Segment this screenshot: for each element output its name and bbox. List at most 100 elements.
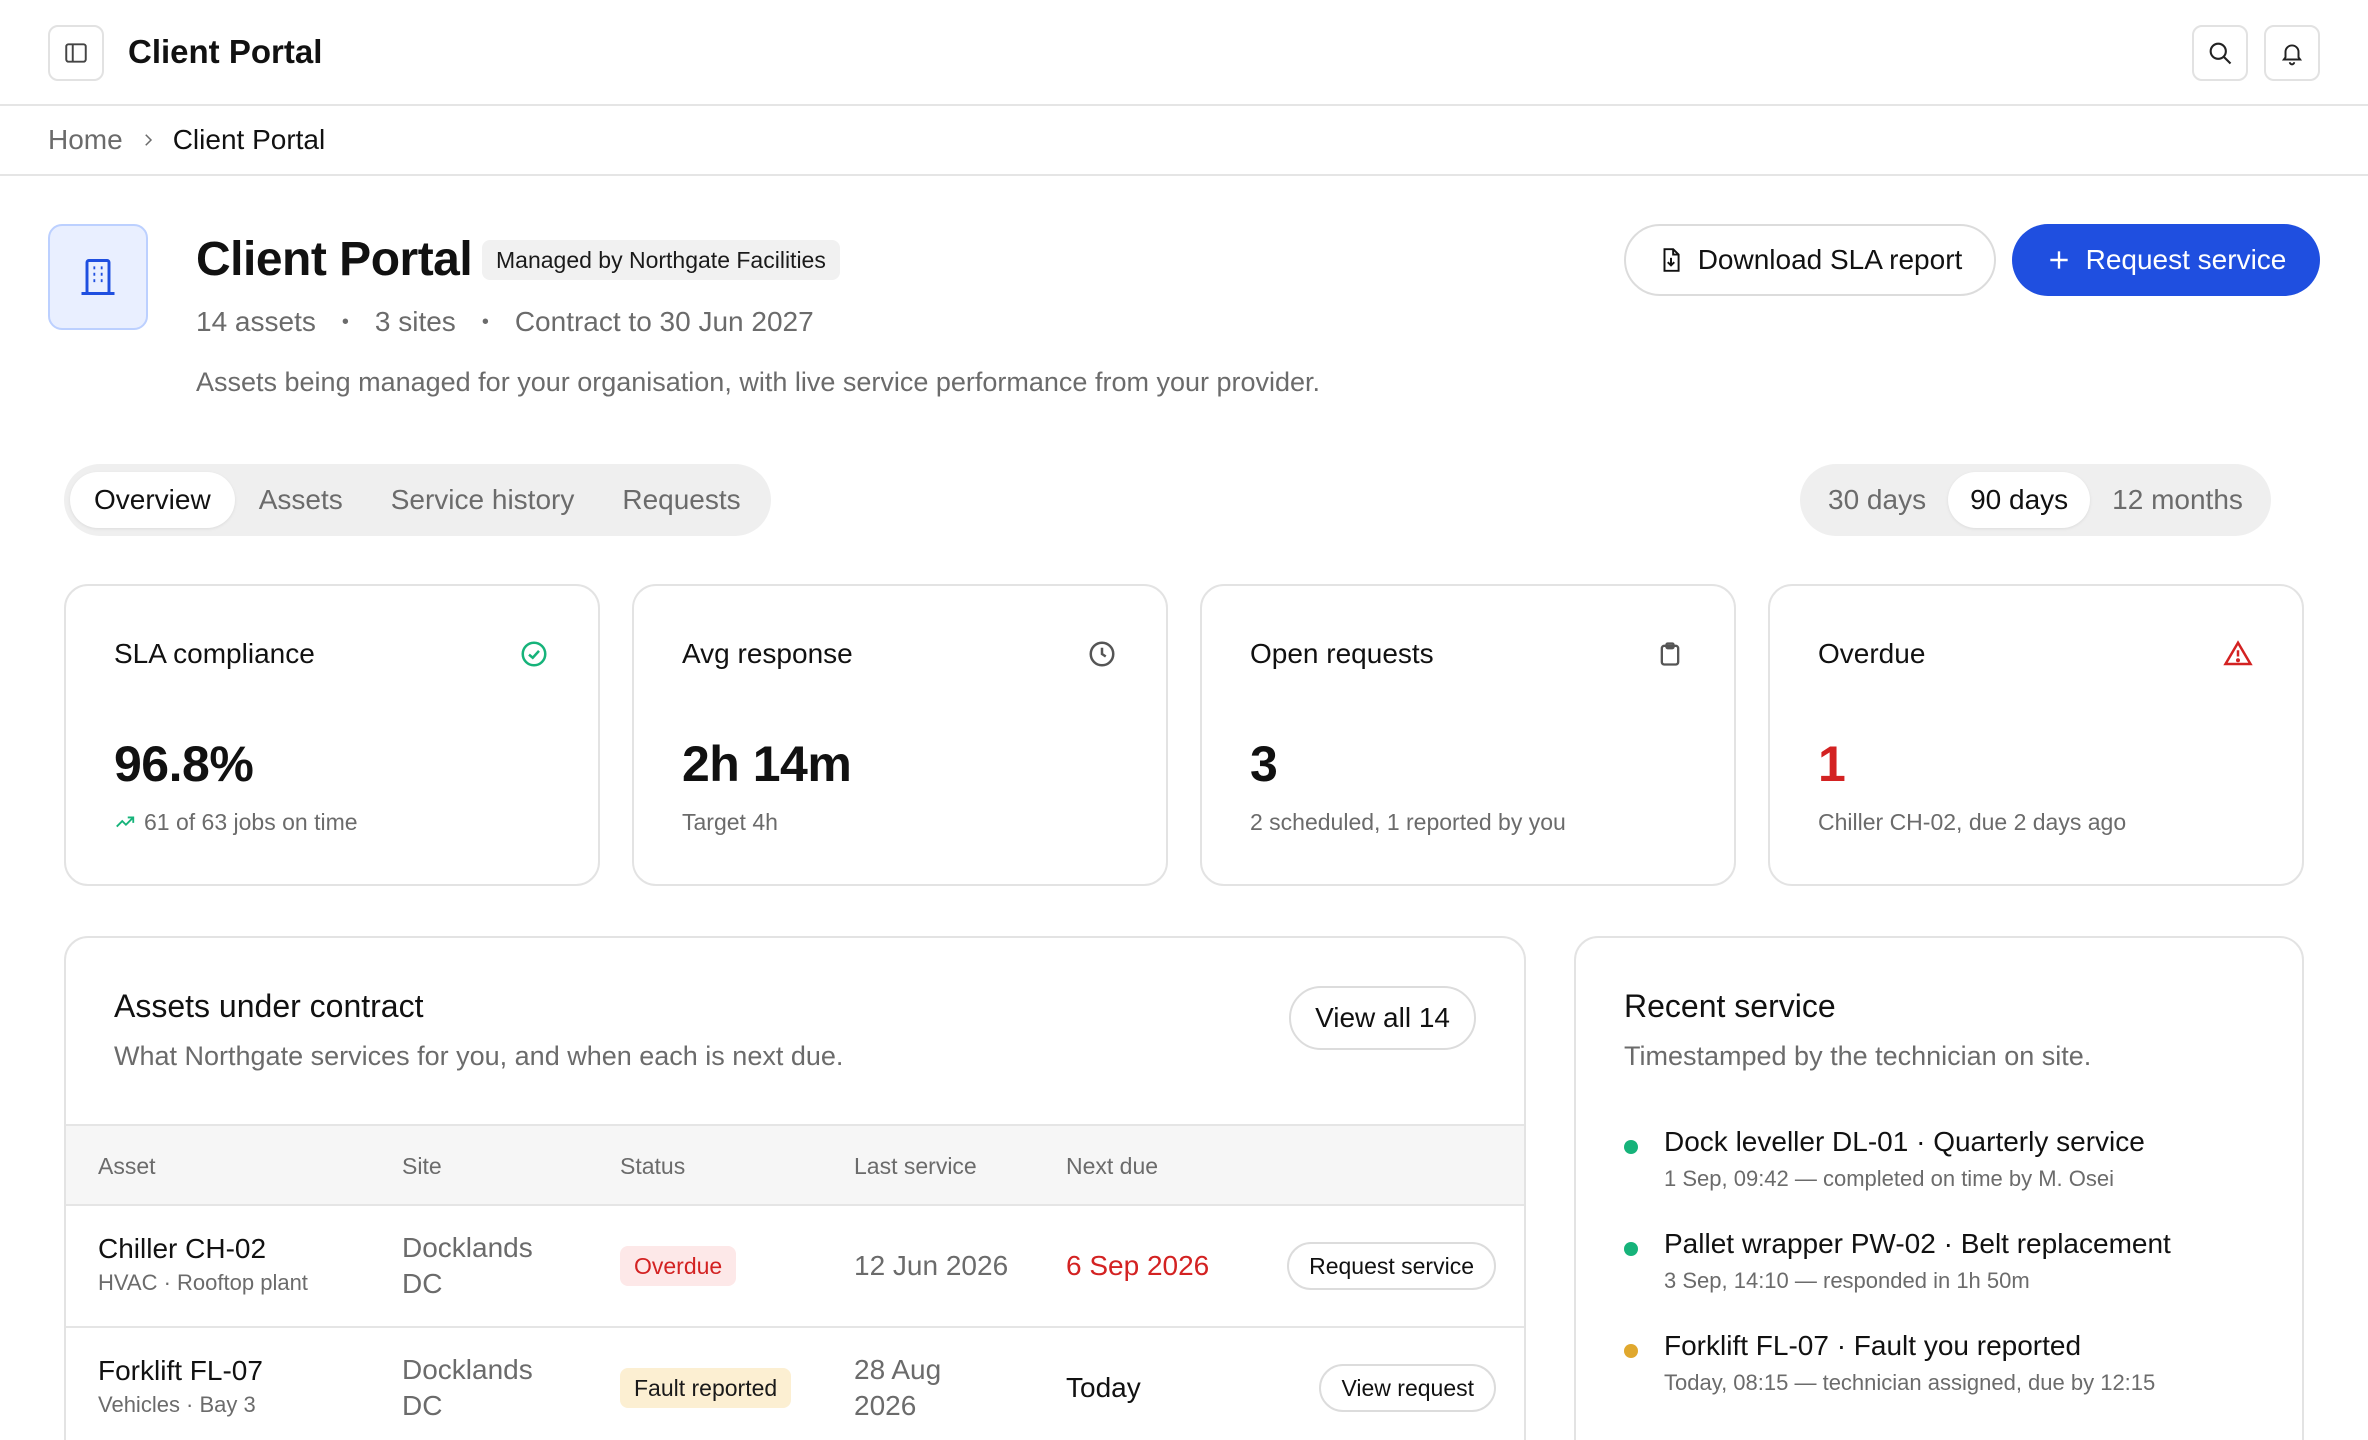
clipboard-icon xyxy=(1654,638,1686,670)
warning-icon xyxy=(2222,638,2254,670)
breadcrumb: Home Client Portal xyxy=(0,106,2368,176)
building-icon xyxy=(48,224,148,330)
kpi-value: 2h 14m xyxy=(682,736,852,792)
service-item[interactable]: Forklift FL-07 · Fault you reported Toda… xyxy=(1624,1328,2264,1408)
recent-service-card: Recent service Timestamped by the techni… xyxy=(1574,936,2304,1440)
request-service-button[interactable]: Request service xyxy=(2012,224,2320,296)
download-sla-report-button[interactable]: Download SLA report xyxy=(1624,224,1996,296)
kpi-value: 3 xyxy=(1250,736,1278,792)
kpi-label: Avg response xyxy=(682,638,853,669)
request-service-label: Request service xyxy=(2085,244,2287,275)
kpi-card-overdue: Overdue 1 Chiller CH-02, due 2 days ago xyxy=(1768,584,2304,886)
asset-count: 14 assets xyxy=(196,306,316,337)
view-request-button[interactable]: View request xyxy=(1319,1364,1496,1412)
request-service-row-button[interactable]: Request service xyxy=(1287,1242,1496,1290)
sidebar-toggle-button[interactable] xyxy=(48,25,104,81)
asset-site: Docklands DC xyxy=(402,1354,533,1421)
next-due-date: Today xyxy=(1066,1372,1141,1403)
kpi-value: 1 xyxy=(1818,736,1846,792)
kpi-label: Overdue xyxy=(1818,638,1926,669)
clock-icon xyxy=(1086,638,1118,670)
kpi-value: 96.8% xyxy=(114,736,254,792)
column-header-next-due[interactable]: Next due xyxy=(1066,1126,1158,1206)
column-header-status[interactable]: Status xyxy=(620,1126,685,1206)
view-all-assets-button[interactable]: View all 14 xyxy=(1289,986,1476,1050)
separator-dot: • xyxy=(341,311,349,333)
asset-name: Forklift FL-07 xyxy=(98,1355,263,1386)
range-90-days[interactable]: 90 days xyxy=(1948,472,2091,528)
asset-type: Vehicles · Bay 3 xyxy=(98,1392,256,1417)
asset-type: HVAC · Rooftop plant xyxy=(98,1270,308,1295)
notifications-button[interactable] xyxy=(2264,25,2320,81)
tab-service-history[interactable]: Service history xyxy=(367,472,599,528)
last-service-date: 28 Aug 2026 xyxy=(854,1354,942,1421)
kpi-card-open-requests: Open requests 3 2 scheduled, 1 reported … xyxy=(1200,584,1736,886)
service-item-title: Pallet wrapper PW-02 · Belt replacement xyxy=(1664,1228,2171,1259)
table-row[interactable]: Forklift FL-07 Vehicles · Bay 3 Dockland… xyxy=(66,1328,1524,1440)
assets-under-contract-card: Assets under contract What Northgate ser… xyxy=(64,936,1526,1440)
status-dot-in-progress xyxy=(1624,1344,1638,1358)
kpi-subtext-label: Target 4h xyxy=(682,809,778,835)
breadcrumb-current: Client Portal xyxy=(172,124,326,155)
kpi-card-sla-compliance: SLA compliance 96.8% 61 of 63 jobs on ti… xyxy=(64,584,600,886)
plus-icon xyxy=(2049,251,2068,269)
kpi-label: Open requests xyxy=(1250,638,1434,669)
app-title: Client Portal xyxy=(128,33,323,70)
status-dot-completed xyxy=(1624,1242,1638,1256)
provider-badge: Managed by Northgate Facilities xyxy=(482,240,840,280)
kpi-subtext-label: Chiller CH-02, due 2 days ago xyxy=(1818,809,2127,835)
table-row[interactable]: Chiller CH-02 HVAC · Rooftop plant Dockl… xyxy=(66,1206,1524,1328)
asset-name: Chiller CH-02 xyxy=(98,1233,267,1264)
service-item-meta: 3 Sep, 14:10 — responded in 1h 50m xyxy=(1664,1268,2030,1293)
status-dot-completed xyxy=(1624,1140,1638,1154)
service-item-title: Forklift FL-07 · Fault you reported xyxy=(1664,1330,2082,1361)
top-bar: Client Portal xyxy=(0,0,2368,106)
search-icon xyxy=(2209,42,2232,65)
service-item-title: Dock leveller DL-01 · Quarterly service xyxy=(1664,1126,2145,1157)
kpi-subtext-label: 61 of 63 jobs on time xyxy=(144,809,358,835)
chevron-right-icon xyxy=(139,131,157,149)
asset-site: Docklands DC xyxy=(402,1232,533,1299)
tab-assets[interactable]: Assets xyxy=(235,472,367,528)
tab-bar: Overview Assets Service history Requests xyxy=(64,464,771,536)
column-header-site[interactable]: Site xyxy=(402,1126,442,1206)
card-subtitle: Timestamped by the technician on site. xyxy=(1624,1041,2092,1071)
kpi-subtext: Chiller CH-02, due 2 days ago xyxy=(1818,806,2126,838)
separator-dot: • xyxy=(481,311,489,333)
range-12-months[interactable]: 12 months xyxy=(2090,472,2265,528)
sidebar-icon xyxy=(65,43,87,63)
site-count: 3 sites xyxy=(374,306,456,337)
download-sla-report-label: Download SLA report xyxy=(1697,244,1963,275)
range-30-days[interactable]: 30 days xyxy=(1806,472,1948,528)
kpi-subtext: 2 scheduled, 1 reported by you xyxy=(1250,806,1566,838)
tab-requests[interactable]: Requests xyxy=(598,472,764,528)
trend-up-icon xyxy=(116,816,135,828)
search-button[interactable] xyxy=(2192,25,2248,81)
service-item[interactable]: Dock leveller DL-01 · Quarterly service … xyxy=(1624,1124,2264,1204)
service-item[interactable]: Pallet wrapper PW-02 · Belt replacement … xyxy=(1624,1226,2264,1306)
tab-overview[interactable]: Overview xyxy=(70,472,235,528)
service-item-meta: Today, 08:15 — technician assigned, due … xyxy=(1664,1370,2156,1395)
service-item-meta: 1 Sep, 09:42 — completed on time by M. O… xyxy=(1664,1166,2115,1191)
last-service-date: 12 Jun 2026 xyxy=(854,1250,1009,1281)
kpi-subtext: 61 of 63 jobs on time xyxy=(114,806,358,838)
page-description: Assets being managed for your organisati… xyxy=(196,367,1321,397)
page-title: Client Portal xyxy=(196,233,473,286)
kpi-subtext: Target 4h xyxy=(682,806,778,838)
card-subtitle: What Northgate services for you, and whe… xyxy=(114,1041,844,1071)
kpi-subtext-label: 2 scheduled, 1 reported by you xyxy=(1250,809,1566,835)
column-header-last-service[interactable]: Last service xyxy=(854,1126,977,1206)
kpi-label: SLA compliance xyxy=(114,638,315,669)
contract-end: Contract to 30 Jun 2027 xyxy=(514,306,814,337)
table-header: Asset Site Status Last service Next due xyxy=(66,1124,1524,1206)
file-download-icon xyxy=(1663,248,1680,272)
date-range-selector: 30 days 90 days 12 months xyxy=(1800,464,2271,536)
status-badge: Fault reported xyxy=(620,1368,792,1408)
kpi-card-avg-response: Avg response 2h 14m Target 4h xyxy=(632,584,1168,886)
bell-icon xyxy=(2281,44,2303,66)
card-title: Recent service xyxy=(1624,988,1836,1024)
breadcrumb-home-link[interactable]: Home xyxy=(48,124,123,156)
contract-meta: 14 assets • 3 sites • Contract to 30 Jun… xyxy=(196,304,814,340)
column-header-asset[interactable]: Asset xyxy=(98,1126,156,1206)
next-due-date: 6 Sep 2026 xyxy=(1066,1250,1210,1281)
